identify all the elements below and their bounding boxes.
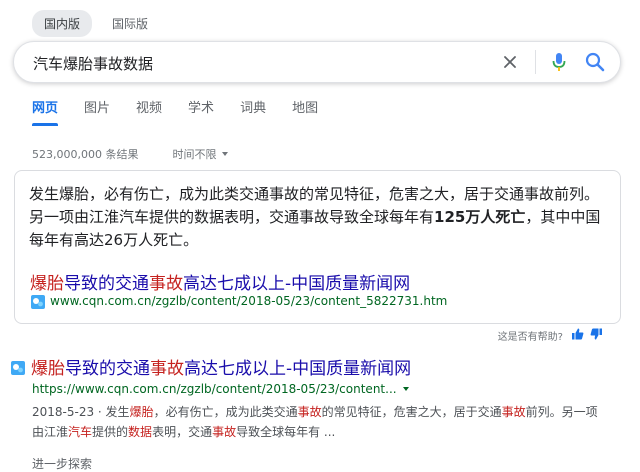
thumbs-up-icon[interactable] xyxy=(571,328,584,343)
search-box: 汽车爆胎事故数据 xyxy=(13,41,621,83)
tab-academic[interactable]: 学术 xyxy=(188,97,214,126)
tab-maps[interactable]: 地图 xyxy=(292,97,318,126)
result-desc-highlight: 事故 xyxy=(297,405,322,419)
site-favicon-icon xyxy=(11,360,25,375)
result-title-row: 爆胎导致的交通事故高达七成以上-中国质量新闻网 xyxy=(11,354,611,379)
result-desc-text: 的常见特征，危害之大，居于交通 xyxy=(321,405,502,419)
time-filter-dropdown[interactable]: 时间不限 xyxy=(172,146,229,162)
result-desc-text: 表明，交通 xyxy=(152,425,213,439)
result-title-link[interactable]: 爆胎导致的交通事故高达七成以上-中国质量新闻网 xyxy=(31,354,411,379)
tab-web[interactable]: 网页 xyxy=(32,97,59,126)
result-title-text: 导致的交通 xyxy=(65,359,150,379)
search-result: 爆胎导致的交通事故高达七成以上-中国质量新闻网 https://www.cqn.… xyxy=(11,354,611,442)
result-desc-text: 导致全球每年有 ... xyxy=(236,425,336,439)
result-desc-highlight: 爆胎 xyxy=(129,405,154,419)
result-desc-text: 提供的 xyxy=(92,425,129,439)
market-tab-domestic[interactable]: 国内版 xyxy=(32,10,93,37)
vertical-tabs: 网页 图片 视频 学术 词典 地图 xyxy=(32,97,344,126)
result-description: 2018-5-23 · 发生爆胎，必有伤亡，成为此类交通事故的常见特征，危害之大… xyxy=(32,402,602,442)
close-icon[interactable] xyxy=(497,49,523,75)
feedback-row: 这是否有帮助? xyxy=(498,328,603,343)
snippet-title-text: 导致的交通 xyxy=(64,274,149,294)
result-title-hl: 事故 xyxy=(150,359,184,379)
result-date: 2018-5-23 xyxy=(32,405,95,419)
result-title-hl: 爆胎 xyxy=(31,359,65,379)
chevron-down-icon xyxy=(222,152,229,156)
tab-videos[interactable]: 视频 xyxy=(136,97,162,126)
result-count: 523,000,000 条结果 xyxy=(32,148,139,161)
snippet-url[interactable]: www.cqn.com.cn/zgzlb/content/2018-05/23/… xyxy=(50,294,447,308)
result-desc-highlight: 事故 xyxy=(501,405,526,419)
site-favicon-icon xyxy=(31,294,45,309)
featured-snippet: 发生爆胎，必有伤亡，成为此类交通事故的常见特征，危害之大，居于交通事故前列。 另… xyxy=(14,170,621,324)
microphone-icon[interactable] xyxy=(546,49,572,75)
result-description-text: · 发生爆胎，必有伤亡，成为此类交通事故的常见特征，危害之大，居于交通事故前列。… xyxy=(32,405,598,439)
search-actions xyxy=(497,49,608,75)
result-desc-text: ，必有伤亡，成为此类交通 xyxy=(153,405,298,419)
feedback-label: 这是否有帮助? xyxy=(497,332,563,343)
result-desc-highlight: 汽车 xyxy=(68,425,93,439)
result-title-text: 高达七成以上-中国质量新闻网 xyxy=(184,359,412,379)
result-desc-highlight: 事故 xyxy=(212,425,237,439)
snippet-title-hl: 爆胎 xyxy=(30,274,64,294)
search-input[interactable]: 汽车爆胎事故数据 xyxy=(33,53,153,74)
time-filter-label: 时间不限 xyxy=(172,148,217,161)
snippet-title-link[interactable]: 爆胎导致的交通事故高达七成以上-中国质量新闻网 xyxy=(30,269,410,294)
search-icon[interactable] xyxy=(582,49,608,75)
result-url-row: https://www.cqn.com.cn/zgzlb/content/201… xyxy=(32,382,611,396)
explore-more-heading: 进一步探索 xyxy=(32,457,93,471)
snippet-text-bold: 125万人死亡 xyxy=(434,208,526,226)
chevron-down-icon[interactable] xyxy=(402,387,409,391)
result-url[interactable]: https://www.cqn.com.cn/zgzlb/content/201… xyxy=(32,382,397,396)
result-desc-highlight: 数据 xyxy=(128,425,153,439)
market-tab-international[interactable]: 国际版 xyxy=(100,10,160,37)
tab-dictionary[interactable]: 词典 xyxy=(240,97,266,126)
thumbs-down-icon[interactable] xyxy=(590,328,603,343)
result-stats: 523,000,000 条结果 时间不限 xyxy=(32,146,229,162)
snippet-title-hl: 事故 xyxy=(149,274,183,294)
result-desc-text: · 发生 xyxy=(94,405,130,419)
search-divider xyxy=(535,50,536,74)
tab-images[interactable]: 图片 xyxy=(84,97,110,126)
snippet-description: 发生爆胎，必有伤亡，成为此类交通事故的常见特征，危害之大，居于交通事故前列。 另… xyxy=(29,183,609,252)
snippet-title-text: 高达七成以上-中国质量新闻网 xyxy=(183,274,411,294)
snippet-url-row: www.cqn.com.cn/zgzlb/content/2018-05/23/… xyxy=(31,294,447,309)
market-switch: 国内版 国际版 xyxy=(32,10,160,37)
